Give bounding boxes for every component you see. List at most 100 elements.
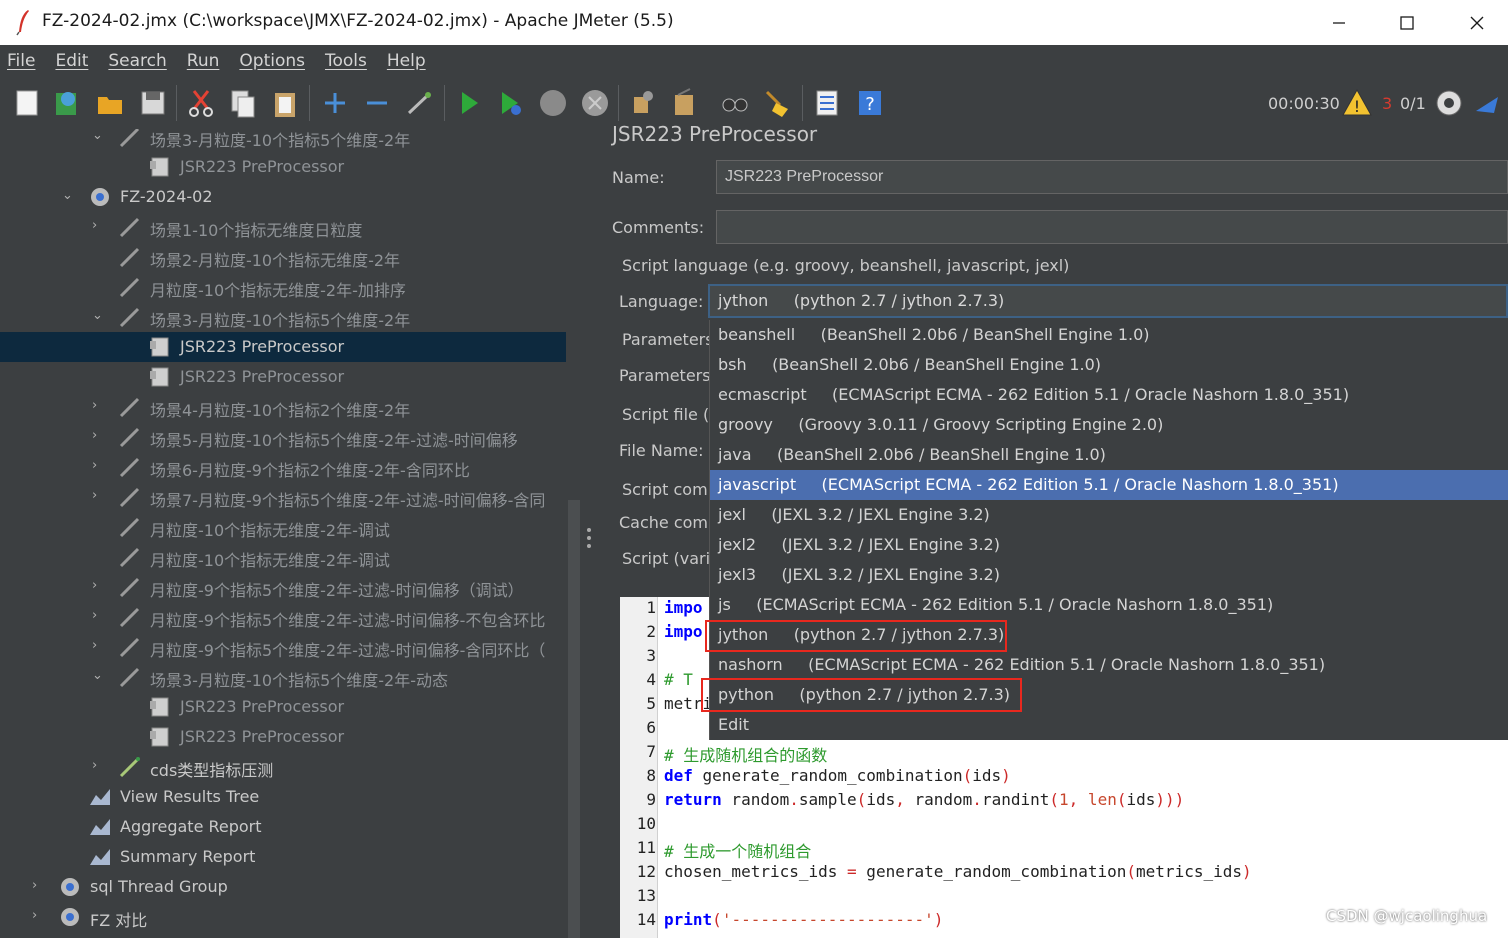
- templates-button[interactable]: [52, 87, 82, 119]
- menu-help[interactable]: Help: [387, 51, 426, 71]
- comments-field[interactable]: [716, 210, 1508, 244]
- language-dropdown-list[interactable]: beanshell (BeanShell 2.0b6 / BeanShell E…: [709, 320, 1508, 740]
- warnings-button[interactable]: !: [1342, 87, 1372, 119]
- name-field[interactable]: [716, 160, 1508, 194]
- tree-scrollbar[interactable]: [568, 500, 580, 938]
- chevron-right-icon[interactable]: ›: [32, 878, 46, 892]
- reset-search-button[interactable]: [762, 87, 792, 119]
- tree-item[interactable]: 月粒度-10个指标无维度-2年-调试: [0, 512, 566, 542]
- chevron-right-icon[interactable]: ›: [92, 578, 106, 592]
- tree-item[interactable]: ›场景5-月粒度-10个指标5个维度-2年-过滤-时间偏移: [0, 422, 566, 452]
- tree-item[interactable]: ›月粒度-9个指标5个维度-2年-过滤-时间偏移-含同环比（: [0, 632, 566, 662]
- help-button[interactable]: ?: [855, 87, 885, 119]
- expand-button[interactable]: [320, 87, 350, 119]
- stop-button[interactable]: [538, 87, 568, 119]
- tree-item[interactable]: ›FZ 对比: [0, 902, 566, 932]
- collapse-button[interactable]: [362, 87, 392, 119]
- language-option[interactable]: Edit: [710, 710, 1508, 740]
- chevron-right-icon[interactable]: ›: [92, 638, 106, 652]
- language-option[interactable]: javascript (ECMAScript ECMA - 262 Editio…: [710, 470, 1508, 500]
- language-option[interactable]: ecmascript (ECMAScript ECMA - 262 Editio…: [710, 380, 1508, 410]
- chevron-down-icon[interactable]: ⌄: [62, 188, 76, 202]
- window-title: FZ-2024-02.jmx (C:\workspace\JMX\FZ-2024…: [42, 11, 674, 31]
- splitter-handle-icon[interactable]: [585, 527, 593, 549]
- tree-item[interactable]: ›sql Thread Group: [0, 872, 566, 902]
- tree-item[interactable]: ›场景1-10个指标无维度日粒度: [0, 212, 566, 242]
- chevron-right-icon[interactable]: ›: [92, 218, 106, 232]
- pencil-icon: [118, 485, 142, 509]
- tree-item[interactable]: JSR223 PreProcessor: [0, 362, 566, 392]
- menu-tools[interactable]: Tools: [325, 51, 367, 71]
- clear-button[interactable]: [628, 87, 658, 119]
- menu-file[interactable]: File: [7, 51, 35, 71]
- chevron-right-icon[interactable]: ›: [92, 608, 106, 622]
- minimize-button[interactable]: [1304, 0, 1374, 45]
- menu-search[interactable]: Search: [108, 51, 166, 71]
- gear-icon: [88, 185, 112, 209]
- function-helper-button[interactable]: [812, 87, 842, 119]
- language-option[interactable]: js (ECMAScript ECMA - 262 Edition 5.1 / …: [710, 590, 1508, 620]
- language-option[interactable]: jexl2 (JEXL 3.2 / JEXL Engine 3.2): [710, 530, 1508, 560]
- tree-item[interactable]: ›场景4-月粒度-10个指标2个维度-2年: [0, 392, 566, 422]
- start-no-pauses-button[interactable]: [496, 87, 526, 119]
- tree-item[interactable]: ›月粒度-9个指标5个维度-2年-过滤-时间偏移-不包含环比: [0, 602, 566, 632]
- new-button[interactable]: [12, 87, 42, 119]
- tree-item[interactable]: ⌄场景3-月粒度-10个指标5个维度-2年-动态: [0, 662, 566, 692]
- search-button[interactable]: [720, 87, 750, 119]
- cut-button[interactable]: [186, 87, 216, 119]
- language-option[interactable]: groovy (Groovy 3.0.11 / Groovy Scripting…: [710, 410, 1508, 440]
- language-option[interactable]: java (BeanShell 2.0b6 / BeanShell Engine…: [710, 440, 1508, 470]
- tree-item[interactable]: JSR223 PreProcessor: [0, 152, 566, 182]
- clear-all-button[interactable]: [670, 87, 700, 119]
- menu-edit[interactable]: Edit: [55, 51, 88, 71]
- maximize-button[interactable]: [1372, 0, 1442, 45]
- chevron-right-icon[interactable]: ›: [92, 488, 106, 502]
- tree-item[interactable]: ›场景7-月粒度-9个指标5个维度-2年-过滤-时间偏移-含同: [0, 482, 566, 512]
- tree-item[interactable]: 月粒度-10个指标无维度-2年-调试: [0, 542, 566, 572]
- copy-button[interactable]: [228, 87, 258, 119]
- tree-item[interactable]: 场景2-月粒度-10个指标无维度-2年: [0, 242, 566, 272]
- chevron-down-icon[interactable]: ⌄: [92, 308, 106, 322]
- chevron-right-icon[interactable]: ›: [92, 398, 106, 412]
- tree-item[interactable]: ⌄场景3-月粒度-10个指标5个维度-2年: [0, 129, 566, 152]
- language-option[interactable]: jexl (JEXL 3.2 / JEXL Engine 3.2): [710, 500, 1508, 530]
- chevron-right-icon[interactable]: ›: [92, 458, 106, 472]
- paste-button[interactable]: [270, 87, 300, 119]
- chevron-right-icon[interactable]: ›: [32, 908, 46, 922]
- remote-status-button[interactable]: [1434, 87, 1464, 119]
- tree-item[interactable]: View Results Tree: [0, 782, 566, 812]
- tree-item[interactable]: Summary Report: [0, 842, 566, 872]
- tree-item[interactable]: ⌄场景3-月粒度-10个指标5个维度-2年: [0, 302, 566, 332]
- tree-item[interactable]: Aggregate Report: [0, 812, 566, 842]
- tree-item[interactable]: JSR223 PreProcessor: [0, 692, 566, 722]
- broom-gear-icon: [628, 87, 658, 119]
- language-select[interactable]: jython (python 2.7 / jython 2.7.3): [708, 284, 1508, 318]
- chevron-right-icon[interactable]: ›: [92, 428, 106, 442]
- save-button[interactable]: [138, 87, 168, 119]
- language-option[interactable]: jexl3 (JEXL 3.2 / JEXL Engine 3.2): [710, 560, 1508, 590]
- language-option[interactable]: beanshell (BeanShell 2.0b6 / BeanShell E…: [710, 320, 1508, 350]
- chevron-down-icon[interactable]: ⌄: [92, 129, 106, 142]
- menu-options[interactable]: Options: [239, 51, 305, 71]
- language-option[interactable]: bsh (BeanShell 2.0b6 / BeanShell Engine …: [710, 350, 1508, 380]
- tree-item[interactable]: 月粒度-10个指标无维度-2年-加排序: [0, 272, 566, 302]
- tree-item[interactable]: ›场景6-月粒度-9个指标2个维度-2年-含同环比: [0, 452, 566, 482]
- tree-item[interactable]: ›月粒度-9个指标5个维度-2年-过滤-时间偏移（调试）: [0, 572, 566, 602]
- tree-item[interactable]: ›cds类型指标压测: [0, 752, 566, 782]
- tree-item[interactable]: JSR223 PreProcessor: [0, 332, 566, 362]
- pencil-icon: [118, 635, 142, 659]
- menu-run[interactable]: Run: [187, 51, 220, 71]
- tree-item[interactable]: ⌄FZ-2024-02: [0, 182, 566, 212]
- chevron-right-icon[interactable]: ›: [92, 758, 106, 772]
- toggle-button[interactable]: [404, 87, 434, 119]
- test-plan-tree[interactable]: ⌄场景3-月粒度-10个指标5个维度-2年JSR223 PreProcessor…: [0, 129, 566, 938]
- shutdown-button[interactable]: [580, 87, 610, 119]
- open-button[interactable]: [95, 87, 125, 119]
- script-compilation-section: Script com: [622, 480, 708, 499]
- tree-item[interactable]: JSR223 PreProcessor: [0, 722, 566, 752]
- chevron-down-icon[interactable]: ⌄: [92, 668, 106, 682]
- start-button[interactable]: [454, 87, 484, 119]
- logo-button[interactable]: [1472, 87, 1502, 119]
- close-button[interactable]: [1442, 0, 1508, 45]
- language-option[interactable]: nashorn (ECMAScript ECMA - 262 Edition 5…: [710, 650, 1508, 680]
